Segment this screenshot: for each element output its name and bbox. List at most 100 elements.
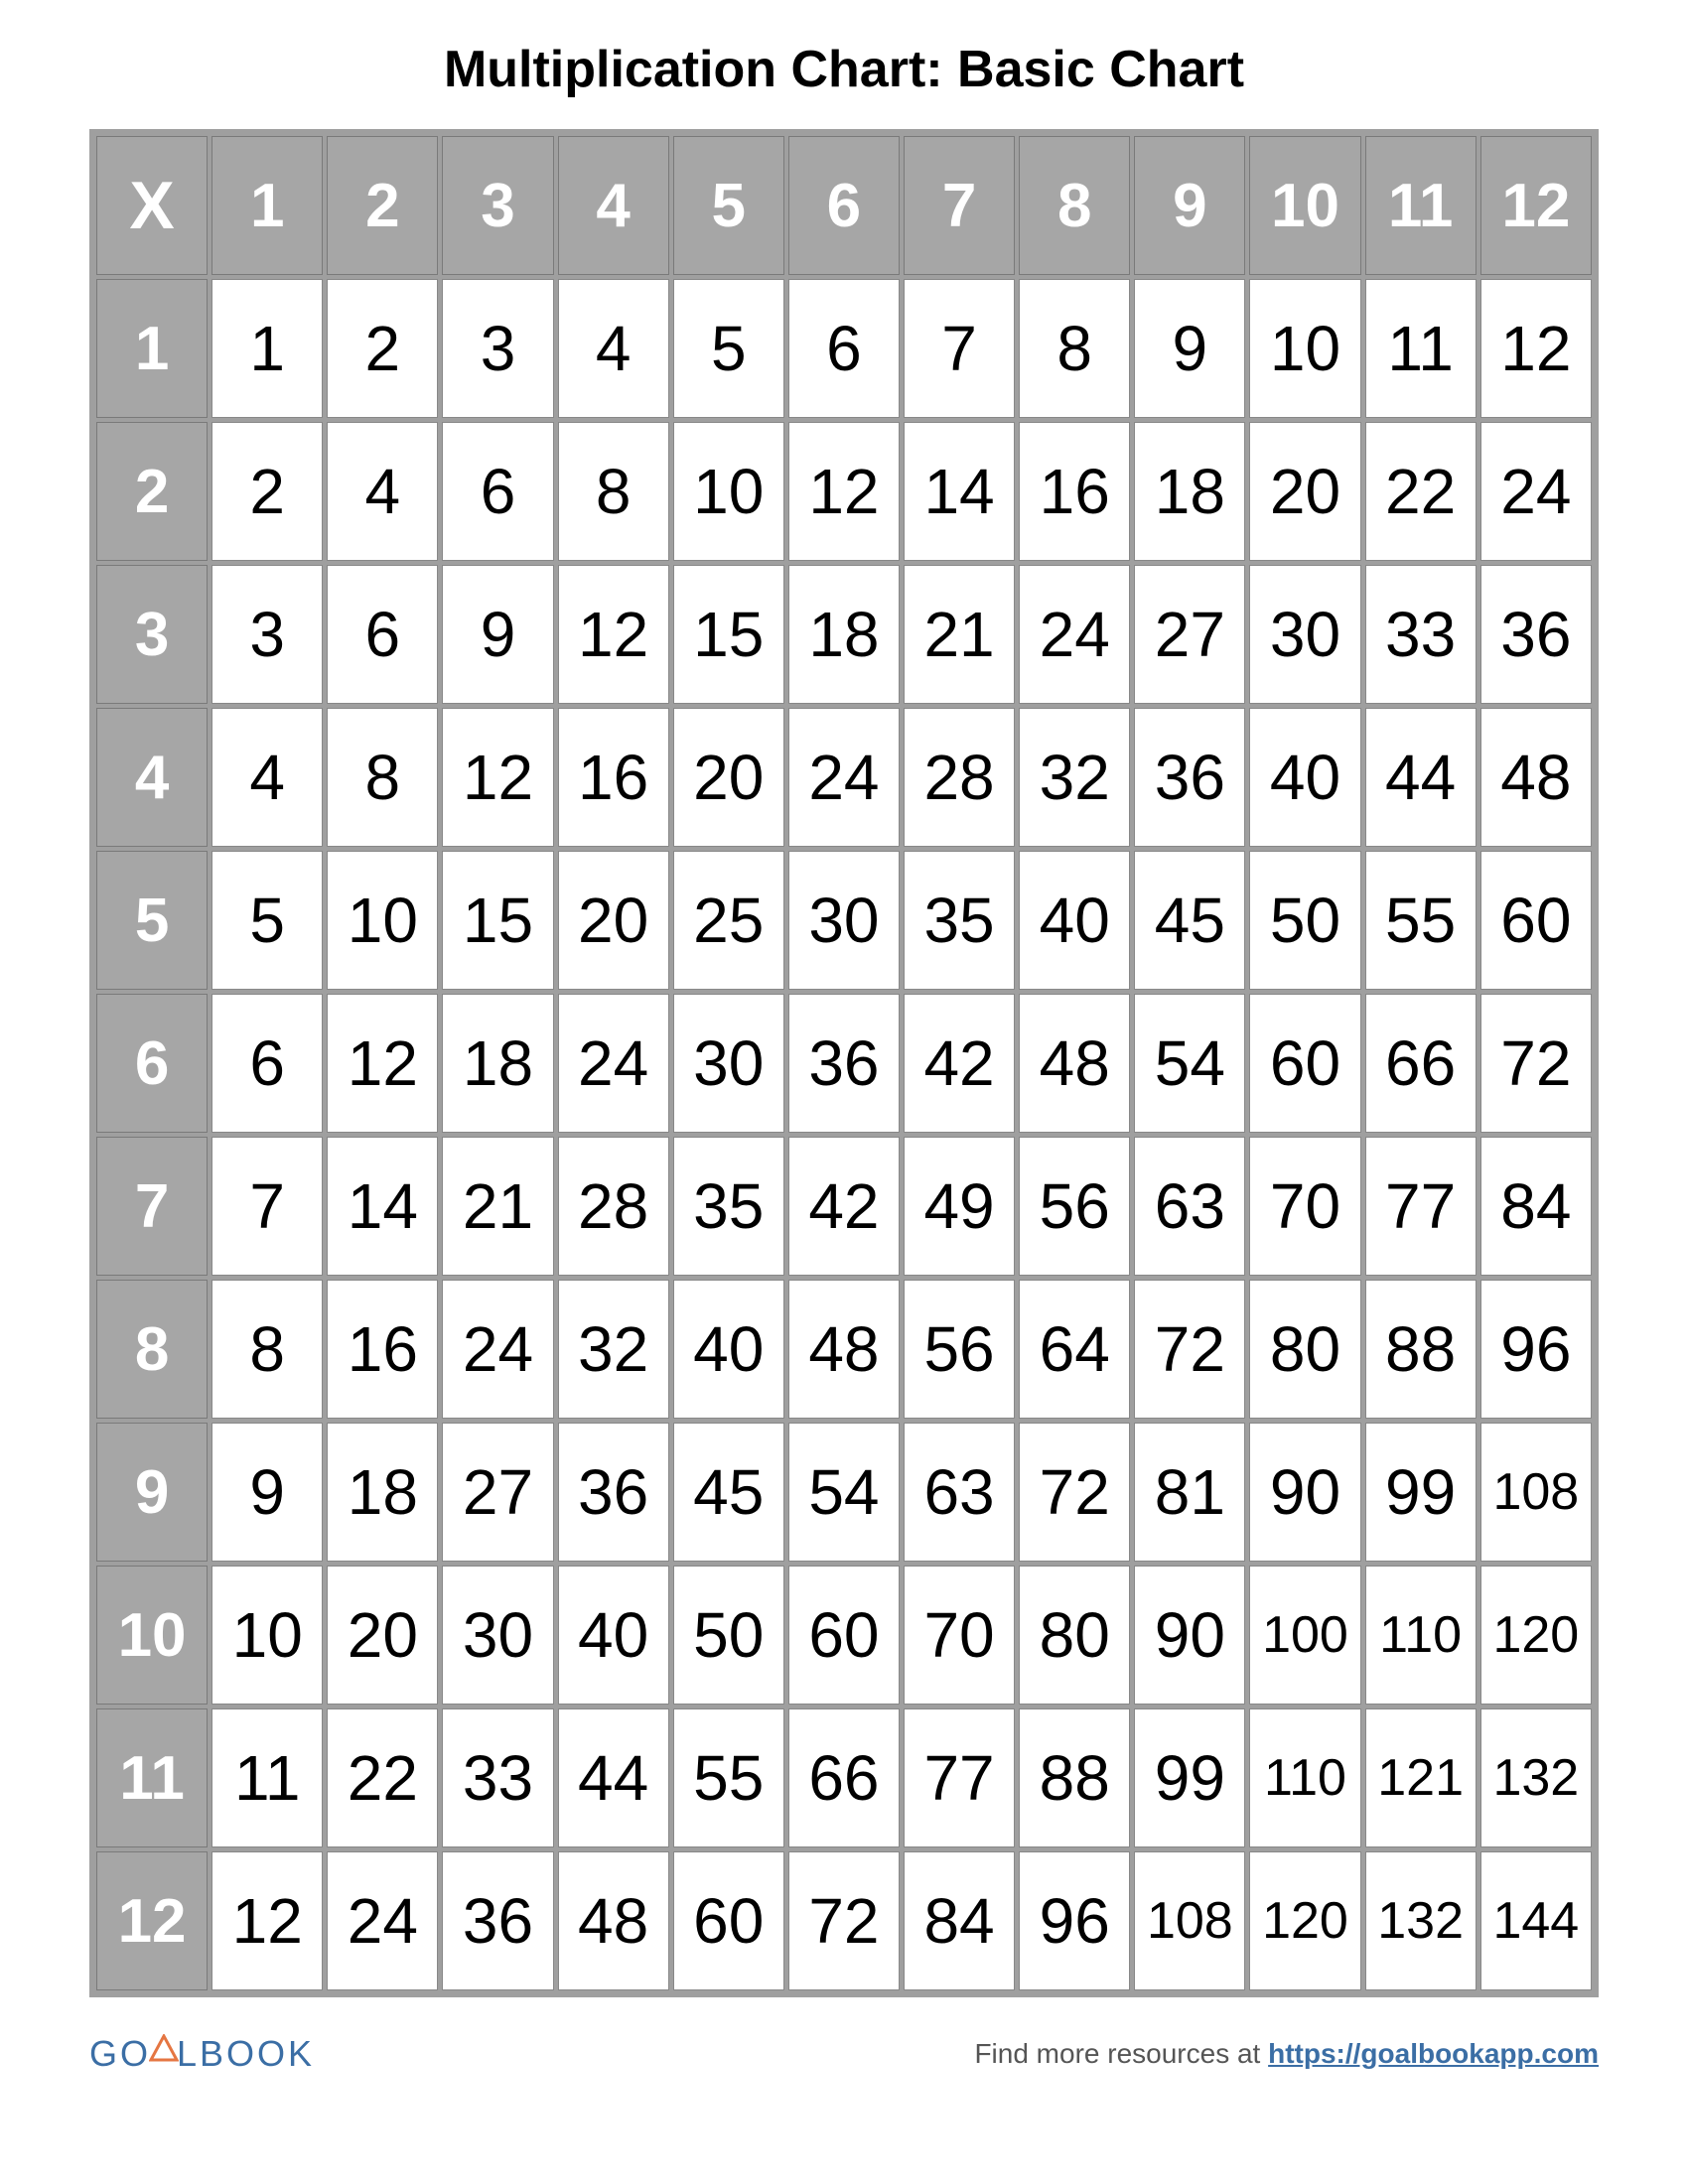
row-header: 1 (96, 279, 208, 418)
data-cell: 3 (211, 565, 323, 704)
col-header: 12 (1480, 136, 1592, 275)
data-cell: 7 (211, 1137, 323, 1276)
logo-text-right: LBOOK (177, 2033, 315, 2075)
footer-resources: Find more resources at https://goalbooka… (974, 2038, 1599, 2070)
multiplication-table: X123456789101112112345678910111222468101… (89, 129, 1599, 1997)
data-cell: 81 (1134, 1423, 1245, 1562)
data-cell: 99 (1365, 1423, 1477, 1562)
data-cell: 48 (788, 1280, 900, 1419)
data-cell: 32 (558, 1280, 669, 1419)
data-cell: 21 (442, 1137, 553, 1276)
data-cell: 10 (673, 422, 784, 561)
data-cell: 36 (442, 1851, 553, 1990)
row-header: 8 (96, 1280, 208, 1419)
data-cell: 120 (1480, 1566, 1592, 1705)
data-cell: 14 (327, 1137, 438, 1276)
data-cell: 21 (904, 565, 1015, 704)
row-header: 10 (96, 1566, 208, 1705)
data-cell: 10 (1249, 279, 1360, 418)
data-cell: 12 (558, 565, 669, 704)
data-cell: 77 (1365, 1137, 1477, 1276)
data-cell: 2 (211, 422, 323, 561)
data-cell: 20 (327, 1566, 438, 1705)
data-cell: 45 (673, 1423, 784, 1562)
data-cell: 36 (1480, 565, 1592, 704)
data-cell: 11 (1365, 279, 1477, 418)
data-cell: 30 (788, 851, 900, 990)
data-cell: 80 (1249, 1280, 1360, 1419)
data-cell: 12 (327, 994, 438, 1133)
data-cell: 20 (558, 851, 669, 990)
data-cell: 100 (1249, 1566, 1360, 1705)
data-cell: 6 (211, 994, 323, 1133)
data-cell: 132 (1365, 1851, 1477, 1990)
data-cell: 108 (1134, 1851, 1245, 1990)
data-cell: 6 (788, 279, 900, 418)
data-cell: 24 (442, 1280, 553, 1419)
data-cell: 8 (1019, 279, 1130, 418)
col-header: 10 (1249, 136, 1360, 275)
data-cell: 50 (673, 1566, 784, 1705)
data-cell: 36 (1134, 708, 1245, 847)
data-cell: 72 (788, 1851, 900, 1990)
data-cell: 12 (442, 708, 553, 847)
data-cell: 18 (442, 994, 553, 1133)
data-cell: 77 (904, 1708, 1015, 1847)
col-header: 7 (904, 136, 1015, 275)
row-header: 6 (96, 994, 208, 1133)
col-header: 9 (1134, 136, 1245, 275)
data-cell: 10 (327, 851, 438, 990)
row-header: 7 (96, 1137, 208, 1276)
data-cell: 27 (442, 1423, 553, 1562)
data-cell: 24 (558, 994, 669, 1133)
data-cell: 54 (788, 1423, 900, 1562)
data-cell: 70 (904, 1566, 1015, 1705)
data-cell: 15 (673, 565, 784, 704)
data-cell: 30 (442, 1566, 553, 1705)
data-cell: 20 (1249, 422, 1360, 561)
data-cell: 20 (673, 708, 784, 847)
col-header: 2 (327, 136, 438, 275)
data-cell: 16 (327, 1280, 438, 1419)
data-cell: 4 (211, 708, 323, 847)
data-cell: 48 (1480, 708, 1592, 847)
data-cell: 132 (1480, 1708, 1592, 1847)
data-cell: 44 (1365, 708, 1477, 847)
data-cell: 9 (1134, 279, 1245, 418)
data-cell: 28 (904, 708, 1015, 847)
row-header: 5 (96, 851, 208, 990)
data-cell: 90 (1134, 1566, 1245, 1705)
corner-cell: X (96, 136, 208, 275)
data-cell: 9 (442, 565, 553, 704)
footer: GO LBOOK Find more resources at https://… (89, 2033, 1599, 2075)
data-cell: 60 (1249, 994, 1360, 1133)
data-cell: 12 (1480, 279, 1592, 418)
data-cell: 14 (904, 422, 1015, 561)
data-cell: 40 (1249, 708, 1360, 847)
data-cell: 144 (1480, 1851, 1592, 1990)
data-cell: 12 (211, 1851, 323, 1990)
data-cell: 15 (442, 851, 553, 990)
data-cell: 16 (558, 708, 669, 847)
row-header: 11 (96, 1708, 208, 1847)
data-cell: 10 (211, 1566, 323, 1705)
data-cell: 120 (1249, 1851, 1360, 1990)
data-cell: 63 (1134, 1137, 1245, 1276)
data-cell: 16 (1019, 422, 1130, 561)
data-cell: 25 (673, 851, 784, 990)
data-cell: 80 (1019, 1566, 1130, 1705)
data-cell: 35 (904, 851, 1015, 990)
data-cell: 40 (558, 1566, 669, 1705)
data-cell: 22 (1365, 422, 1477, 561)
data-cell: 8 (558, 422, 669, 561)
data-cell: 8 (327, 708, 438, 847)
data-cell: 48 (558, 1851, 669, 1990)
data-cell: 90 (1249, 1423, 1360, 1562)
data-cell: 40 (1019, 851, 1130, 990)
col-header: 6 (788, 136, 900, 275)
data-cell: 24 (788, 708, 900, 847)
data-cell: 22 (327, 1708, 438, 1847)
resources-link[interactable]: https://goalbookapp.com (1268, 2038, 1599, 2069)
data-cell: 35 (673, 1137, 784, 1276)
data-cell: 45 (1134, 851, 1245, 990)
